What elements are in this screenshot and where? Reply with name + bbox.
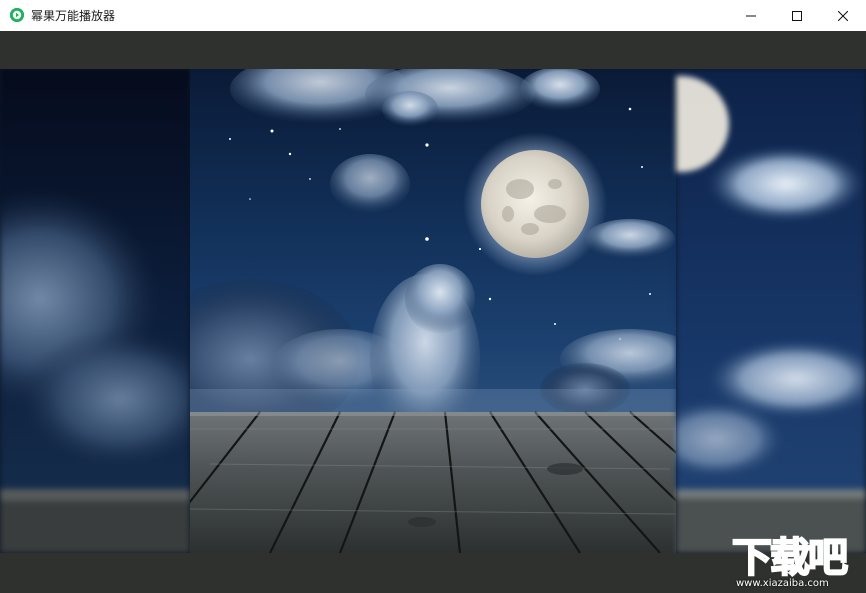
video-frame: [190, 69, 676, 553]
window-title: 幂果万能播放器: [31, 9, 116, 23]
title-bar[interactable]: 幂果万能播放器: [0, 0, 866, 32]
watermark-site: www.xiazaiba.com: [736, 578, 829, 589]
close-button[interactable]: [820, 0, 866, 31]
play-circle-icon: [10, 8, 24, 22]
player-window: 幂果万能播放器 下载吧 www.xiazaiba.com: [0, 0, 866, 593]
close-icon: [837, 6, 849, 25]
minimize-icon: [746, 6, 756, 25]
minimize-button[interactable]: [728, 0, 774, 31]
maximize-button[interactable]: [774, 0, 820, 31]
right-blurred-panel: [676, 69, 866, 553]
top-toolbar-area: [0, 31, 866, 69]
watermark: 下载吧 www.xiazaiba.com: [728, 535, 866, 593]
maximize-icon: [792, 6, 802, 25]
left-blurred-panel: [0, 69, 190, 553]
video-stage[interactable]: [0, 69, 866, 553]
watermark-brand: 下载吧: [731, 535, 849, 581]
